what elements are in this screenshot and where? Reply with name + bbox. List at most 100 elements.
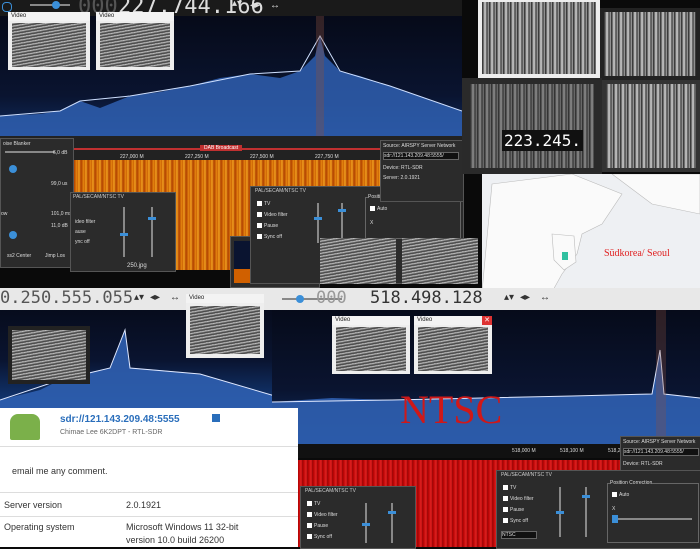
server-info-card: sdr://121.143.209.48:5555 Chimae Lee 6K2…: [0, 408, 298, 547]
checkbox-video-filter[interactable]: Video filter: [307, 510, 338, 521]
pal-tv-title: PAL/SECAM/NTSC TV: [255, 188, 306, 194]
position-correction-group: Position Correction Auto X: [607, 480, 699, 543]
checkbox-icon[interactable]: [307, 534, 312, 540]
updown-icon[interactable]: ▴▾: [504, 292, 514, 303]
video-window-title: Video: [96, 12, 174, 21]
auto-checkbox[interactable]: Auto: [612, 492, 629, 498]
video-window[interactable]: Video: [96, 12, 174, 70]
top-right-video-window[interactable]: [478, 0, 600, 78]
source-url[interactable]: sdr://121.143.209.48:5555/: [383, 152, 459, 160]
noise-blanker-title: oise Blanker: [3, 141, 31, 147]
map-panel: Südkorea/ Seoul: [482, 174, 700, 292]
span-icon[interactable]: ↔: [270, 0, 280, 11]
source-panel-2[interactable]: Source: AIRSPY Server Network sdr://121.…: [620, 436, 700, 474]
video-frame: [320, 238, 396, 284]
checkbox-icon[interactable]: [257, 212, 262, 218]
source-title: Source: AIRSPY Server Network: [623, 439, 696, 445]
device-label: Device: RTL-SDR: [383, 165, 423, 171]
ntsc-label: NTSC: [400, 387, 503, 432]
checkbox-label[interactable]: ync off: [75, 239, 90, 245]
checkbox-sync-off[interactable]: Sync off: [503, 516, 534, 527]
checkbox-label[interactable]: ause: [75, 229, 86, 235]
checkbox-icon[interactable]: [257, 223, 262, 229]
source-panel[interactable]: Source: AIRSPY Server Network sdr://121.…: [380, 140, 464, 202]
updown-icon[interactable]: ▴▾: [134, 292, 144, 303]
info-row-label: Server version: [4, 500, 63, 510]
checkbox-label[interactable]: ideo filter: [75, 219, 95, 225]
video-window[interactable]: Video ✕: [414, 316, 492, 374]
info-row-value: Microsoft Windows 11 32-bit: [126, 522, 239, 532]
checkbox-icon[interactable]: [503, 507, 508, 513]
checkbox-tv[interactable]: TV: [307, 499, 338, 510]
x-slider[interactable]: [612, 515, 692, 523]
pal-tv-window-bottom-small[interactable]: PAL/SECAM/NTSC TV TV Video filter Pause …: [300, 486, 416, 549]
checkbox-icon[interactable]: [307, 512, 312, 518]
top-right-video-window-2[interactable]: [600, 8, 700, 80]
arrows-lr-icon[interactable]: ◂▸: [250, 0, 260, 11]
video-window[interactable]: Video: [186, 294, 264, 358]
video-window-title: Video: [8, 12, 90, 21]
source-url[interactable]: sdr://121.143.209.48:5555/: [623, 448, 699, 456]
checkbox-icon[interactable]: [503, 485, 508, 491]
frequency-display: 223.245.: [502, 130, 584, 151]
server-url-link[interactable]: sdr://121.143.209.48:5555: [60, 414, 180, 425]
frequency-display[interactable]: 0.250.555.055: [0, 288, 133, 308]
radio-dot-icon[interactable]: [2, 2, 12, 12]
checkbox-tv[interactable]: TV: [503, 483, 534, 494]
checkbox-tv[interactable]: TV: [257, 199, 288, 210]
checkbox-icon[interactable]: [307, 523, 312, 529]
dab-broadcast-label: DAB Broadcast: [200, 145, 243, 151]
video-window-title: Video: [332, 316, 410, 325]
auto-checkbox[interactable]: Auto: [370, 206, 387, 212]
noise-blanker-window[interactable]: oise Blanker 6,0 dB 99,0 us 99,0 us ow 1…: [0, 138, 74, 268]
video-frame: [336, 327, 406, 371]
video-window[interactable]: [8, 326, 90, 384]
pal-tv-title: PAL/SECAM/NTSC TV: [501, 472, 552, 478]
value-label: 6,0 dB: [53, 150, 68, 156]
axis-tick: 518,100 M: [560, 448, 584, 454]
checkbox-label[interactable]: Jimp Los: [45, 253, 65, 259]
pal-tv-window[interactable]: PAL/SECAM/NTSC TV ideo filter ause ync o…: [70, 192, 176, 272]
info-row-value: 2.0.1921: [126, 500, 162, 510]
checkbox-video-filter[interactable]: Video filter: [257, 210, 288, 221]
top-right-video-window-3[interactable]: [602, 80, 700, 172]
close-icon[interactable]: ✕: [482, 316, 492, 325]
info-row-value: version 10.0 build 26200: [126, 535, 225, 545]
checkbox-pause[interactable]: Pause: [257, 221, 288, 232]
value-label: 101,0 ms: [51, 211, 72, 217]
arrows-lr-icon[interactable]: ◂▸: [150, 292, 160, 303]
checkbox-icon[interactable]: [257, 201, 262, 207]
checkbox-icon[interactable]: [503, 518, 508, 524]
video-frame: [100, 23, 170, 67]
pal-tv-window-bottom[interactable]: PAL/SECAM/NTSC TV TV Video filter Pause …: [496, 470, 700, 549]
mode-select[interactable]: NTSC: [501, 531, 537, 539]
checkbox-pause[interactable]: Pause: [307, 521, 338, 532]
copy-icon[interactable]: [212, 414, 220, 422]
updown-icon[interactable]: ▴▾: [232, 0, 242, 9]
checkbox-pause[interactable]: Pause: [503, 505, 534, 516]
checkbox-sync-off[interactable]: Sync off: [307, 532, 338, 543]
video-frame: [482, 2, 596, 74]
source-title: Source: AIRSPY Server Network: [383, 143, 456, 149]
arrows-lr-icon[interactable]: ◂▸: [520, 292, 530, 303]
checkbox-video-filter[interactable]: Video filter: [503, 494, 534, 505]
position-correction-group: Position Correction Auto X: [365, 194, 461, 239]
video-window-title: Video: [186, 294, 264, 303]
checkbox-icon[interactable]: [257, 234, 262, 240]
checkbox-label[interactable]: ss2 Center: [7, 253, 31, 259]
checkbox-icon[interactable]: [503, 496, 508, 502]
server-subtitle: Chimae Lee 6K2DPT - RTL-SDR: [60, 429, 163, 436]
zoom-slider[interactable]: [30, 1, 70, 9]
video-window[interactable]: Video: [332, 316, 410, 374]
checkbox-sync-off[interactable]: Sync off: [257, 232, 288, 243]
server-label: Server: 2.0.1921: [383, 175, 420, 181]
span-icon[interactable]: ↔: [540, 292, 550, 303]
video-window[interactable]: Video: [8, 12, 90, 70]
span-icon[interactable]: ↔: [170, 292, 180, 303]
x-label: X: [370, 220, 374, 226]
server-avatar: [10, 414, 40, 440]
frequency-display[interactable]: 518.498.128: [370, 288, 483, 308]
map-location-label: Südkorea/ Seoul: [604, 248, 670, 259]
video-frame: [12, 23, 86, 67]
checkbox-icon[interactable]: [307, 501, 312, 507]
